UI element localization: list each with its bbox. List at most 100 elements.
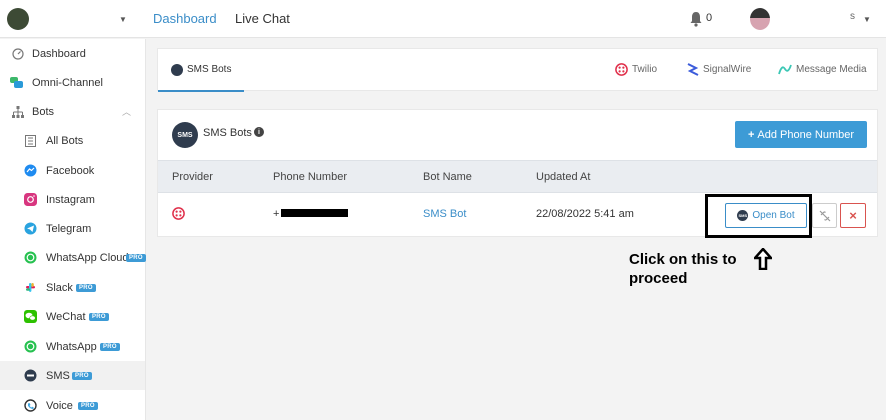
close-icon: × (849, 208, 857, 223)
instruction-annotation: Click on this to proceed (629, 250, 737, 288)
annotation-line: proceed (629, 270, 688, 287)
add-phone-number-button[interactable]: + Add Phone Number (735, 121, 867, 148)
sms-icon (171, 63, 183, 76)
pro-badge: PRO (126, 253, 146, 262)
sidebar-item-omni-channel[interactable]: Omni-Channel (0, 68, 145, 97)
sidebar-item-whatsapp-cloud[interactable]: WhatsApp Cloud PRO (0, 243, 146, 272)
wechat-icon (24, 310, 37, 323)
sidebar-item-bots[interactable]: Bots ︿ (0, 97, 145, 126)
sidebar-item-label: All Bots (46, 134, 84, 147)
sidebar-item-wechat[interactable]: WeChat PRO (0, 302, 145, 331)
sidebar-item-label: WhatsApp Cloud (46, 251, 129, 264)
sidebar-item-voice[interactable]: Voice PRO (0, 391, 145, 420)
user-name-redacted (770, 11, 856, 24)
bots-hierarchy-icon (11, 105, 24, 118)
nav-live-chat[interactable]: Live Chat (235, 11, 290, 26)
column-header: Updated At (536, 171, 591, 183)
button-label: Open Bot (752, 210, 795, 221)
table-header: Provider Phone Number Bot Name Updated A… (158, 160, 877, 193)
sidebar-item-label: Omni-Channel (32, 76, 103, 89)
unlink-icon (819, 210, 830, 221)
top-bar: ▼ Dashboard Live Chat 0 s ▼ (0, 0, 886, 38)
bot-name-link[interactable]: SMS Bot (423, 208, 466, 220)
tab-message-media[interactable]: Message Media (778, 63, 867, 76)
bell-icon[interactable] (689, 11, 703, 27)
org-logo[interactable] (7, 8, 29, 30)
pro-badge: PRO (100, 342, 120, 351)
user-name-fragment: s (850, 11, 855, 22)
sidebar-item-label: Bots (32, 105, 55, 118)
tab-twilio[interactable]: Twilio (615, 63, 657, 76)
sidebar-item-label: Slack (46, 281, 73, 294)
panel-title: SMS Bots (203, 127, 252, 139)
sms-icon: SMS (737, 210, 749, 221)
sms-bots-panel: SMS SMS Bots i + Add Phone Number Provid… (157, 109, 878, 238)
avatar[interactable] (750, 8, 770, 30)
voice-icon (24, 399, 37, 412)
sidebar-item-facebook[interactable]: Facebook (0, 156, 145, 185)
sidebar-item-label: SMS (46, 369, 70, 382)
messenger-icon (24, 164, 37, 177)
provider-tabs: SMS Bots Twilio SignalWire Message Media (157, 48, 878, 92)
message-media-icon (778, 64, 792, 75)
sidebar-item-label: Instagram (46, 193, 95, 206)
sms-icon (24, 369, 37, 382)
info-icon[interactable]: i (254, 127, 264, 137)
signalwire-icon (687, 63, 699, 76)
sms-logo-icon: SMS (172, 122, 198, 148)
pro-badge: PRO (78, 401, 98, 410)
twilio-icon (172, 207, 185, 220)
sidebar-item-label: Telegram (46, 222, 92, 235)
column-header: Bot Name (423, 171, 472, 183)
sidebar-item-all-bots[interactable]: All Bots (0, 126, 145, 155)
all-bots-icon (24, 134, 37, 147)
phone-number-prefix: + (273, 208, 280, 220)
dashboard-gauge-icon (11, 47, 24, 60)
sidebar-item-instagram[interactable]: Instagram (0, 185, 145, 214)
sidebar-item-slack[interactable]: Slack PRO (0, 273, 145, 302)
telegram-icon (24, 222, 37, 235)
nav-dashboard[interactable]: Dashboard (153, 11, 217, 26)
tab-sms-bots[interactable]: SMS Bots (158, 49, 244, 92)
whatsapp-icon (24, 340, 37, 353)
tab-label: SMS Bots (187, 64, 232, 75)
sidebar-item-dashboard[interactable]: Dashboard (0, 39, 145, 68)
annotation-line: Click on this to (629, 251, 737, 268)
sidebar-item-sms[interactable]: SMS PRO (0, 361, 145, 390)
phone-number-redacted (281, 209, 348, 217)
sidebar-item-label: WhatsApp (46, 340, 97, 353)
button-label: Add Phone Number (757, 128, 855, 141)
omnichannel-chat-icon (10, 76, 23, 89)
sidebar-item-label: Dashboard (32, 47, 86, 60)
unlink-button[interactable] (812, 203, 837, 228)
sidebar-item-telegram[interactable]: Telegram (0, 214, 145, 243)
org-name-redacted (30, 11, 116, 25)
sidebar-item-label: Facebook (46, 164, 95, 177)
whatsapp-icon (24, 251, 37, 264)
pro-badge: PRO (76, 283, 96, 292)
open-bot-button[interactable]: SMS Open Bot (725, 203, 807, 228)
tab-label: SignalWire (703, 64, 752, 75)
sidebar-item-whatsapp[interactable]: WhatsApp PRO (0, 332, 145, 361)
column-header: Phone Number (273, 171, 347, 183)
sidebar: Dashboard Omni-Channel Bots ︿ All Bots F… (0, 39, 146, 420)
arrow-up-icon (754, 248, 772, 270)
chevron-down-icon[interactable]: ▼ (863, 15, 871, 24)
sidebar-item-label: Voice (46, 399, 73, 412)
notification-count: 0 (706, 12, 713, 24)
tab-label: Twilio (632, 64, 658, 75)
tab-label: Message Media (796, 64, 867, 75)
pro-badge: PRO (72, 371, 92, 380)
chevron-up-icon[interactable]: ︿ (122, 105, 131, 118)
slack-icon (24, 281, 37, 294)
instagram-icon (24, 193, 37, 206)
plus-icon: + (747, 128, 755, 141)
tab-signalwire[interactable]: SignalWire (687, 63, 751, 76)
delete-button[interactable]: × (840, 203, 866, 228)
updated-at: 22/08/2022 5:41 am (536, 208, 634, 220)
chevron-down-icon[interactable]: ▼ (119, 15, 127, 24)
sidebar-item-label: WeChat (46, 310, 86, 323)
pro-badge: PRO (89, 312, 109, 321)
twilio-icon (615, 63, 628, 76)
column-header: Provider (172, 171, 213, 183)
